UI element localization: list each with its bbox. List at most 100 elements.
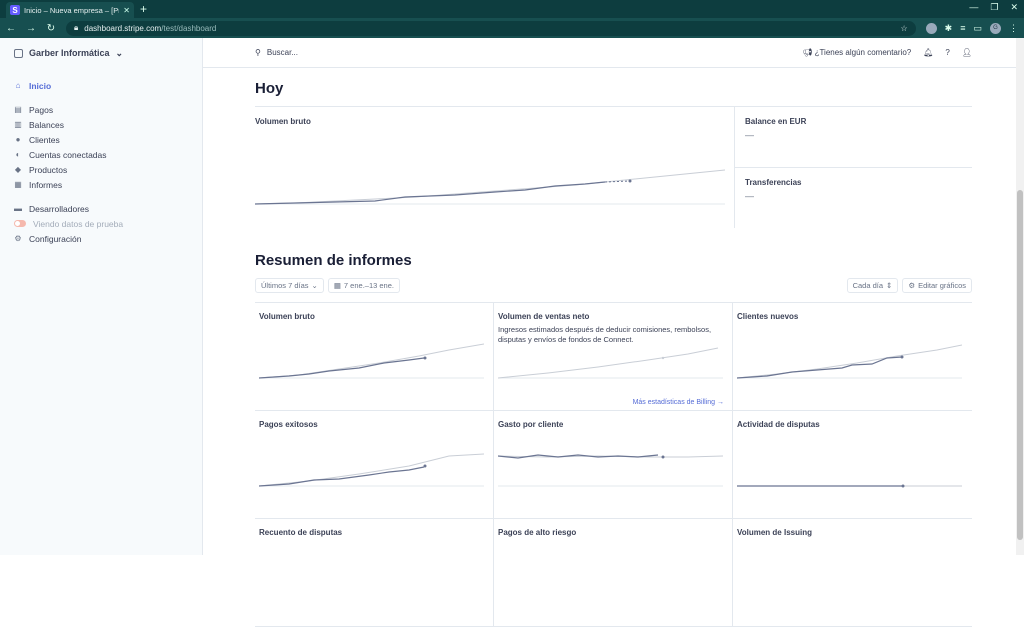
card-title: Volumen de Issuing: [737, 528, 812, 537]
card-title: Clientes nuevos: [737, 312, 799, 321]
report-card-gasto-por-cliente[interactable]: Gasto por cliente: [494, 411, 733, 519]
payments-icon: ▤: [14, 104, 22, 114]
browser-toolbar: ← → ↻ 🔒︎ dashboard.stripe.com/test/dashb…: [0, 18, 1024, 38]
puzzle-extensions-icon[interactable]: ✱: [945, 23, 953, 34]
reports-grid: Volumen bruto Volumen de ventas neto Ing…: [255, 302, 972, 627]
sidebar-nav: ⌂ Inicio ▤ Pagos ▥ Balances ● Clientes ◐ Cuen…: [14, 78, 188, 246]
sidebar-item-label: Productos: [29, 164, 68, 175]
sidebar-item-configuracion[interactable]: ⚙ Configuración: [14, 231, 188, 246]
search-box[interactable]: ⚲ Buscar...: [255, 48, 298, 57]
today-volume-chart: [254, 169, 726, 205]
interval-select[interactable]: Cada día ⇕: [846, 278, 899, 293]
billing-stats-link[interactable]: Más estadísticas de Billing →: [633, 399, 724, 406]
browser-tab[interactable]: S Inicio – Nueva empresa – [Pru ✕: [6, 2, 134, 18]
report-card-volumen-ventas-neto[interactable]: Volumen de ventas neto Ingresos estimado…: [494, 303, 733, 411]
close-tab-icon[interactable]: ✕: [123, 6, 130, 15]
megaphone-icon: 📢︎: [802, 48, 813, 57]
user-icon[interactable]: 👤︎: [962, 48, 972, 57]
sidebar-item-label: Balances: [29, 119, 64, 130]
feedback-link[interactable]: 📢︎ ¿Tienes algún comentario?: [802, 48, 911, 57]
report-card-recuento-disputas[interactable]: Recuento de disputas: [255, 519, 494, 627]
bookmark-star-icon[interactable]: ☆: [901, 24, 908, 33]
card-title: Balance en EUR: [745, 117, 807, 126]
account-icon: [14, 48, 23, 58]
top-bar: ⚲ Buscar... 📢︎ ¿Tienes algún comentario?…: [203, 38, 1024, 68]
browser-menu-icon[interactable]: ⋮: [1009, 23, 1018, 34]
customers-icon: ●: [15, 134, 21, 144]
url-host: dashboard.stripe.com: [84, 23, 162, 33]
sidebar-item-label: Clientes: [29, 134, 60, 145]
restore-icon[interactable]: ❐: [990, 2, 998, 13]
sidebar-item-informes[interactable]: ▦ Informes: [14, 177, 188, 192]
sparkline: [498, 454, 723, 487]
account-switcher[interactable]: Garber Informática ⌄: [14, 46, 188, 60]
reload-icon[interactable]: ↻: [46, 23, 56, 34]
extension-icon[interactable]: [925, 22, 937, 34]
connect-icon: ◐: [15, 149, 21, 159]
sidebar-item-label: Desarrolladores: [29, 203, 89, 214]
sidebar-item-clientes[interactable]: ● Clientes: [14, 132, 188, 147]
toggle-switch[interactable]: [14, 220, 26, 227]
today-side-stats: Balance en EUR — Transferencias —: [735, 107, 972, 228]
page-scrollbar[interactable]: [1016, 38, 1024, 555]
sidebar-item-label: Viendo datos de prueba: [33, 218, 124, 229]
chevron-down-icon: ⌄: [311, 281, 318, 290]
balance-eur[interactable]: Balance en EUR —: [735, 107, 972, 168]
sparkline: [737, 484, 962, 488]
date-range-picker[interactable]: ▦ 7 ene.–13 ene.: [327, 278, 400, 293]
sidebar-item-inicio[interactable]: ⌂ Inicio: [14, 78, 188, 93]
chevron-down-icon: ⌄: [115, 47, 124, 58]
forward-icon[interactable]: →: [26, 23, 36, 34]
url-path: /test/dashboard: [161, 23, 217, 33]
range-select[interactable]: Últimos 7 días ⌄: [255, 278, 324, 293]
sidebar-item-cuentas-conectadas[interactable]: ◐ Cuentas conectadas: [14, 147, 188, 162]
report-card-volumen-bruto[interactable]: Volumen bruto: [255, 303, 494, 411]
minimize-icon[interactable]: —: [969, 2, 978, 13]
card-title: Volumen bruto: [255, 117, 311, 126]
report-card-volumen-issuing[interactable]: Volumen de Issuing: [733, 519, 972, 627]
reading-list-icon[interactable]: ≡: [960, 23, 965, 33]
account-name: Garber Informática: [29, 48, 110, 58]
sidebar-item-label: Inicio: [29, 80, 52, 91]
transfers-value: —: [745, 191, 754, 201]
test-data-toggle[interactable]: Viendo datos de prueba: [14, 216, 188, 231]
sidebar-item-label: Pagos: [29, 104, 54, 115]
scrollbar-thumb[interactable]: [1017, 190, 1023, 540]
address-bar[interactable]: 🔒︎ dashboard.stripe.com/test/dashboard ☆: [66, 20, 916, 36]
bell-icon[interactable]: 🔔︎: [923, 48, 933, 57]
transfers[interactable]: Transferencias —: [735, 168, 972, 229]
reports-icon: ▦: [14, 179, 22, 189]
lock-icon: 🔒︎: [74, 23, 79, 32]
tab-title: Inicio – Nueva empresa – [Pru: [24, 5, 120, 15]
gear-icon: ⚙: [908, 281, 916, 290]
stripe-favicon-icon: S: [10, 5, 20, 15]
sidebar-item-desarrolladores[interactable]: ▬ Desarrolladores: [14, 201, 188, 216]
sidebar-item-balances[interactable]: ▥ Balances: [14, 117, 188, 132]
search-input[interactable]: Buscar...: [267, 48, 298, 57]
sidebar-item-productos[interactable]: ◆ Productos: [14, 162, 188, 177]
feedback-label: ¿Tienes algún comentario?: [814, 48, 912, 57]
card-title: Transferencias: [745, 178, 802, 187]
sparkline: [259, 343, 484, 379]
today-gross-volume[interactable]: Volumen bruto: [254, 107, 735, 228]
report-card-clientes-nuevos[interactable]: Clientes nuevos: [733, 303, 972, 411]
help-icon[interactable]: ?: [945, 48, 949, 57]
report-card-pagos-exitosos[interactable]: Pagos exitosos: [255, 411, 494, 519]
balances-icon: ▥: [14, 119, 22, 129]
products-icon: ◆: [14, 164, 22, 174]
card-title: Recuento de disputas: [259, 528, 343, 537]
close-window-icon[interactable]: ✕: [1010, 2, 1018, 13]
sidebar-item-label: Configuración: [29, 233, 82, 244]
stripe-dashboard: Garber Informática ⌄ ⌂ Inicio ▤ Pagos ▥ Bal…: [0, 38, 1024, 627]
edit-charts-button[interactable]: ⚙ Editar gráficos: [902, 278, 972, 293]
sidebar-item-pagos[interactable]: ▤ Pagos: [14, 102, 188, 117]
report-card-pagos-alto-riesgo[interactable]: Pagos de alto riesgo: [494, 519, 733, 627]
report-card-actividad-disputas[interactable]: Actividad de disputas: [733, 411, 972, 519]
profile-avatar[interactable]: G: [990, 22, 1001, 34]
updown-icon: ⇕: [886, 281, 893, 290]
range-label: Últimos 7 días: [261, 281, 309, 290]
media-icon[interactable]: ▭: [973, 23, 982, 34]
today-heading: Hoy: [255, 80, 284, 97]
new-tab-icon[interactable]: +: [140, 2, 147, 16]
back-icon[interactable]: ←: [6, 23, 16, 34]
